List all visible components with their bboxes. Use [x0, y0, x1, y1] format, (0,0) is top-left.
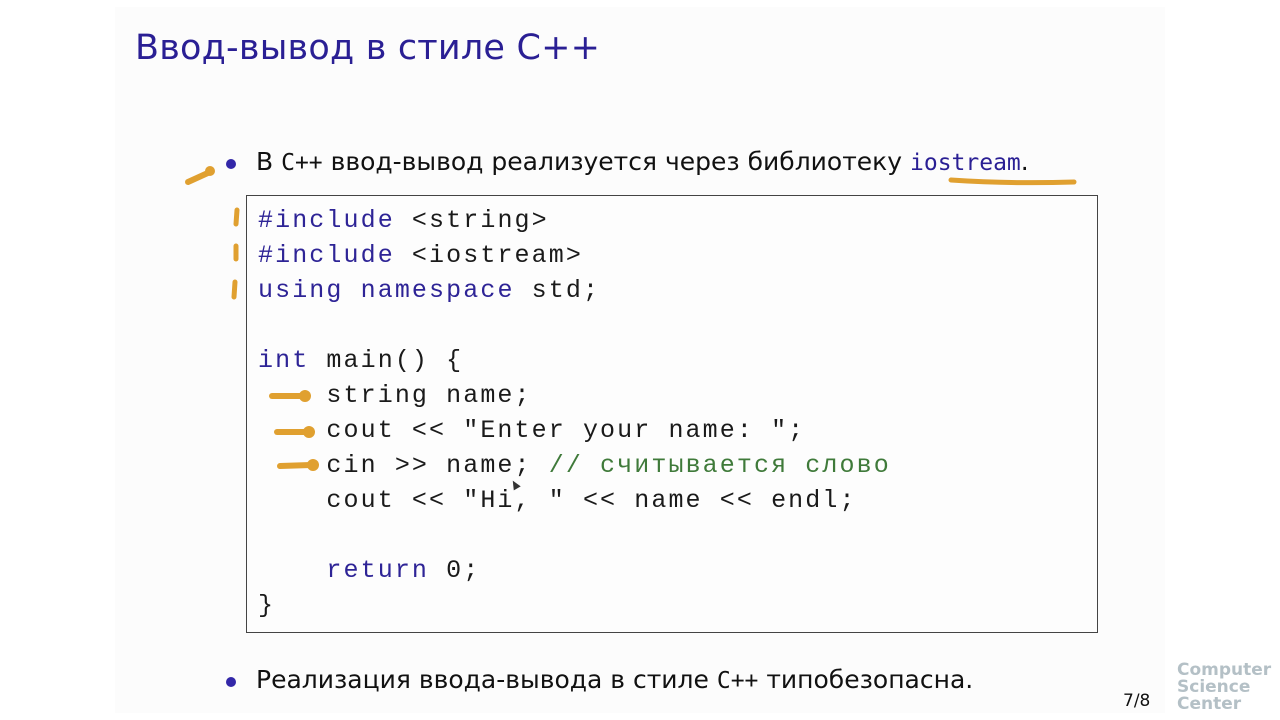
- bullet-dot: [226, 677, 236, 687]
- code-line: using namespace std;: [258, 273, 600, 308]
- code-line: return 0;: [258, 553, 480, 588]
- bullet-1-middle: ввод-вывод реализуется через библиотеку: [322, 147, 910, 176]
- code-text: std;: [514, 276, 601, 305]
- bullet-2-text: Реализация ввода-вывода в стиле C++ типо…: [256, 665, 973, 694]
- bullet-2-suffix: типобезопасна.: [758, 665, 974, 694]
- code-line: cout << "Hi, " << name << endl;: [258, 483, 857, 518]
- bullet-2-prefix: Реализация ввода-вывода в стиле: [256, 665, 717, 694]
- bullet-1-iostream: iostream: [910, 150, 1021, 176]
- code-line: cout << "Enter your name: ";: [258, 413, 805, 448]
- code-text: string name;: [258, 381, 532, 410]
- code-keyword: namespace: [360, 276, 515, 305]
- code-text: <iostream>: [394, 241, 583, 270]
- code-text: }: [258, 591, 276, 620]
- bullet-dot: [226, 159, 236, 169]
- bullet-1-prefix: В: [256, 147, 282, 176]
- logo-line: Center: [1177, 694, 1242, 714]
- bullet-1-cpp: C++: [281, 150, 323, 176]
- csc-logo: Computer Science Center: [1177, 662, 1271, 713]
- code-keyword: return: [326, 556, 430, 585]
- code-line: cin >> name; // считывается слово: [258, 448, 891, 483]
- code-comment: // считывается слово: [548, 451, 891, 480]
- code-line: int main() {: [258, 343, 463, 378]
- code-text: 0;: [429, 556, 481, 585]
- code-line: #include <iostream>: [258, 238, 583, 273]
- code-line: }: [258, 588, 275, 623]
- code-text: main() {: [309, 346, 464, 375]
- code-text: cout << "Enter your name: ";: [258, 416, 806, 445]
- code-text: cout << "Hi, " << name << endl;: [258, 486, 857, 515]
- code-line: #include <string>: [258, 203, 549, 238]
- bullet-1-suffix: .: [1020, 147, 1029, 176]
- code-keyword: #include: [258, 206, 395, 235]
- code-keyword: #include: [258, 241, 395, 270]
- code-text: <string>: [394, 206, 549, 235]
- code-line: string name;: [258, 378, 532, 413]
- page-number: 7/8: [1123, 691, 1151, 711]
- code-keyword: int: [258, 346, 310, 375]
- code-keyword: using: [258, 276, 344, 305]
- bullet-1-text: В C++ ввод-вывод реализуется через библи…: [256, 147, 1029, 176]
- bullet-2-cpp: C++: [716, 668, 759, 694]
- slide-title: Ввод-вывод в стиле C++: [135, 28, 601, 68]
- code-text: cin >> name;: [258, 451, 549, 480]
